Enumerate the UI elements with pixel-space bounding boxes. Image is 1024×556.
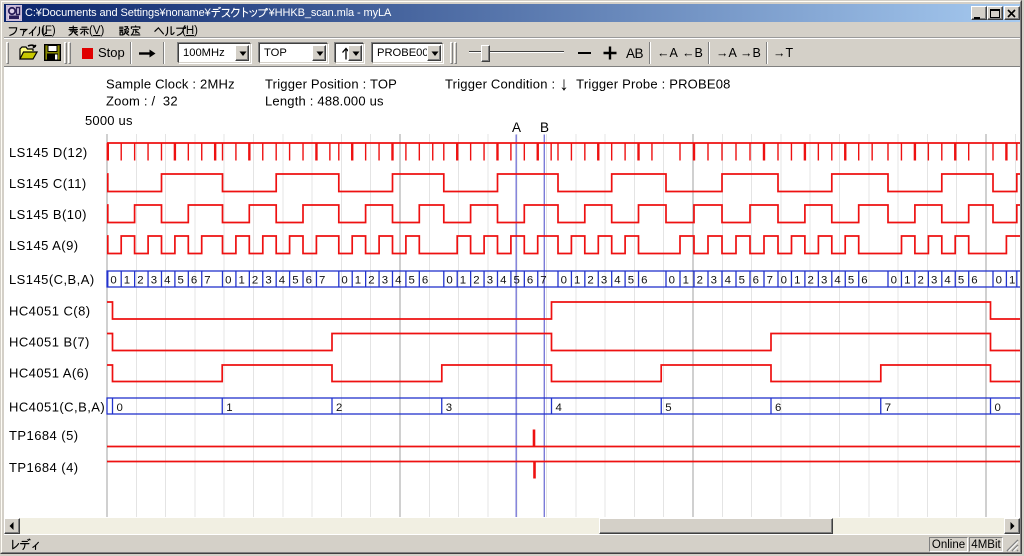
svg-text:(V): (V)	[89, 25, 105, 37]
svg-text:(H): (H)	[182, 25, 198, 37]
svg-text:(F): (F)	[41, 25, 56, 37]
